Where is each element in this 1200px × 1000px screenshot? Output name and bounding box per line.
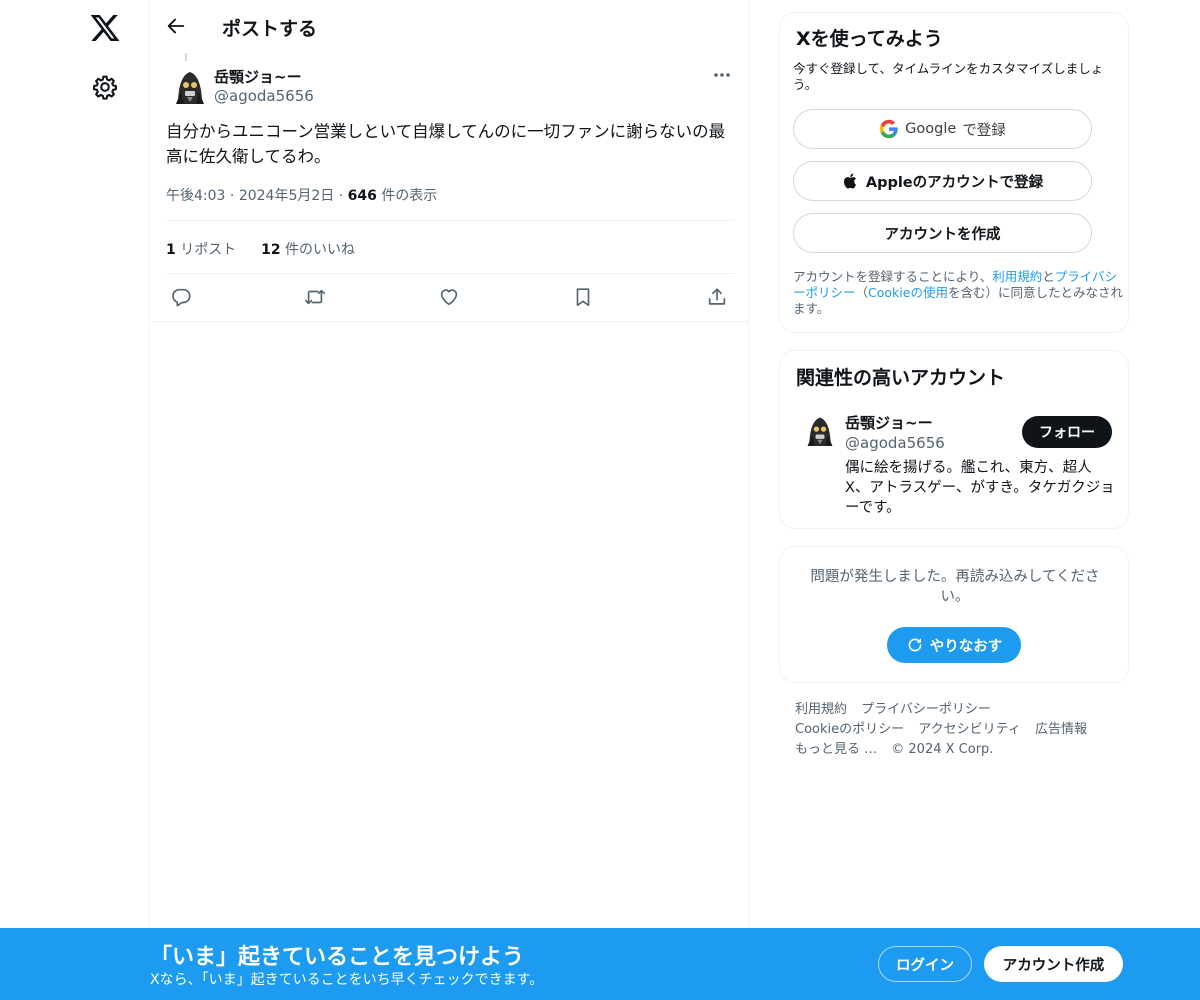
- apple-icon: [843, 173, 856, 189]
- apple-signup-label: Appleのアカウントで登録: [865, 174, 1044, 191]
- refresh-icon: [908, 638, 922, 652]
- views-label: 件の表示: [381, 188, 438, 204]
- likes-label: 件のいいね: [285, 242, 356, 258]
- cookie-link[interactable]: Cookieの使用: [868, 285, 948, 300]
- signup-card: Xを使ってみよう 今すぐ登録して、タイムラインをカスタマイズしましょう。 Goo…: [779, 12, 1129, 333]
- reposts-label: リポスト: [180, 242, 237, 258]
- terms-paren: （: [855, 285, 869, 300]
- divider: [166, 220, 734, 221]
- terms-pre: アカウントを登録することにより、: [793, 269, 993, 284]
- reposts-count: 1: [166, 242, 176, 258]
- x-logo-icon[interactable]: [89, 12, 121, 44]
- create-account-label: アカウントを作成: [884, 226, 1001, 243]
- post-meta: 午後4:03 · 2024年5月2日 · 646 件の表示: [166, 185, 437, 205]
- account-handle[interactable]: @agoda5656: [845, 434, 945, 452]
- retry-button[interactable]: やりなおす: [887, 627, 1021, 663]
- like-icon[interactable]: [438, 286, 460, 308]
- signup-subtitle: 今すぐ登録して、タイムラインをカスタマイズしましょう。: [793, 61, 1104, 92]
- terms-text: アカウントを登録することにより、利用規約とプライバシーポリシー（Cookieの使…: [793, 269, 1123, 317]
- avatar[interactable]: [804, 413, 836, 447]
- footer-link-ads[interactable]: 広告情報: [1035, 722, 1087, 737]
- post-time[interactable]: 午後4:03: [166, 188, 225, 204]
- gear-icon[interactable]: [92, 74, 118, 100]
- copyright: © 2024 X Corp.: [891, 742, 994, 757]
- reply-icon[interactable]: [170, 286, 192, 308]
- likes-count: 12: [261, 242, 281, 258]
- follow-button[interactable]: フォロー: [1022, 416, 1112, 448]
- account-name[interactable]: 岳顎ジョ~ー: [845, 412, 933, 433]
- arrow-left-icon[interactable]: [165, 15, 187, 37]
- error-message: 問題が発生しました。再読み込みしてください。: [810, 569, 1100, 605]
- create-account-button[interactable]: アカウントを作成: [793, 213, 1092, 253]
- post-stats: 1 リポスト 12 件のいいね: [166, 239, 355, 259]
- main-column: ポストする 岳顎ジョ~ー @agoda5656 自分からユニコーン営業しといて自…: [150, 0, 749, 1000]
- footer-link-terms[interactable]: 利用規約: [795, 702, 847, 717]
- related-title: 関連性の高いアカウント: [796, 367, 1006, 389]
- repost-icon[interactable]: [304, 286, 326, 308]
- likes-stat[interactable]: 12 件のいいね: [261, 242, 355, 258]
- footer-links: 利用規約 プライバシーポリシー Cookieのポリシー アクセシビリティ 広告情…: [795, 700, 1115, 760]
- login-button[interactable]: ログイン: [878, 946, 972, 982]
- related-accounts-card: 関連性の高いアカウント 岳顎ジョ~ー @agoda5656 フォロー 偶に絵を揚…: [779, 350, 1129, 529]
- page-title: ポストする: [222, 18, 318, 40]
- google-signup-suffix: で登録: [962, 122, 1006, 139]
- footer-link-cookie[interactable]: Cookieのポリシー: [795, 722, 904, 737]
- error-card: 問題が発生しました。再読み込みしてください。 やりなおす: [779, 546, 1129, 683]
- footer-link-privacy[interactable]: プライバシーポリシー: [861, 702, 991, 717]
- post: 岳顎ジョ~ー @agoda5656 自分からユニコーン営業しといて自爆してんのに…: [150, 53, 749, 322]
- views-count: 646: [347, 188, 377, 204]
- bottom-signup-bar: 「いま」起きていることを見つけよう Xなら、「いま」起きていることをいち早くチェ…: [0, 928, 1200, 1000]
- author-handle[interactable]: @agoda5656: [214, 87, 314, 105]
- post-text: 自分からユニコーン営業しといて自爆してんのに一切ファンに謝らないの最高に佐久衛し…: [166, 122, 726, 166]
- divider: [166, 273, 734, 274]
- google-signup-button[interactable]: Google で登録: [793, 109, 1092, 149]
- meta-dot: ·: [229, 188, 239, 204]
- top-bar: ポストする: [150, 0, 749, 53]
- bottom-bar-subtitle: Xなら、「いま」起きていることをいち早くチェックできます。: [150, 972, 544, 988]
- terms-and: と: [1042, 269, 1055, 284]
- post-date[interactable]: 2024年5月2日: [239, 188, 334, 204]
- meta-dot: ·: [338, 188, 348, 204]
- retry-label: やりなおす: [929, 638, 1003, 655]
- share-icon[interactable]: [706, 286, 728, 308]
- more-options-icon[interactable]: [712, 71, 732, 79]
- apple-signup-button[interactable]: Appleのアカウントで登録: [793, 161, 1092, 201]
- footer-link-accessibility[interactable]: アクセシビリティ: [918, 722, 1021, 737]
- left-nav: [0, 0, 150, 1000]
- terms-link[interactable]: 利用規約: [992, 269, 1042, 284]
- google-signup-label: Google: [905, 121, 957, 137]
- avatar[interactable]: [172, 67, 208, 105]
- signup-button[interactable]: アカウント作成: [984, 946, 1123, 982]
- footer-link-more[interactable]: もっと見る …: [795, 742, 877, 757]
- reposts-stat[interactable]: 1 リポスト: [166, 242, 236, 258]
- bottom-bar-title: 「いま」起きていることを見つけよう: [150, 945, 525, 970]
- author-name[interactable]: 岳顎ジョ~ー: [214, 66, 302, 87]
- bookmark-icon[interactable]: [572, 286, 594, 308]
- signup-title: Xを使ってみよう: [796, 28, 943, 50]
- account-bio: 偶に絵を揚げる。艦これ、東方、超人X、アトラスゲー、がすき。タケガクジョーです。: [845, 460, 1115, 516]
- google-icon: [879, 119, 898, 139]
